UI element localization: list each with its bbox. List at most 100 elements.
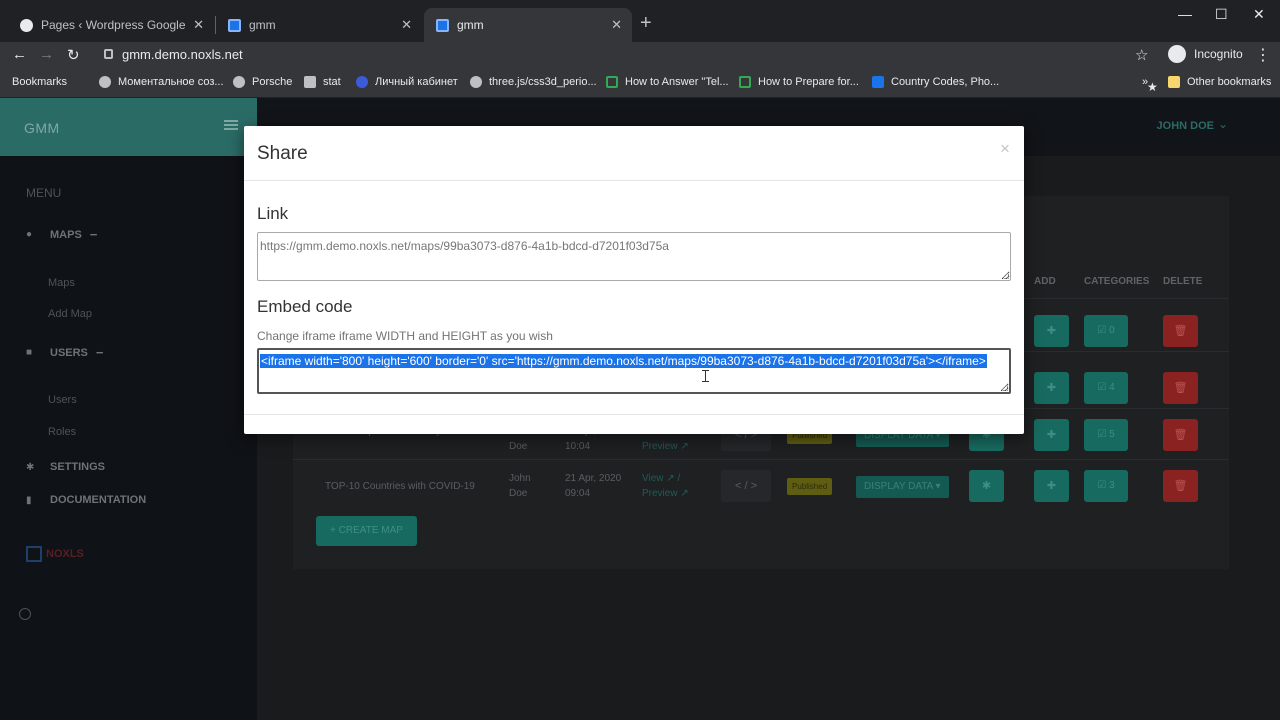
- column-header-categories: CATEGORIES: [1084, 276, 1150, 287]
- preview-label: Preview: [642, 441, 678, 452]
- hamburger-icon[interactable]: [224, 120, 238, 130]
- add-button[interactable]: ✚: [1034, 372, 1069, 404]
- incognito-label: Incognito: [1194, 47, 1243, 61]
- bookmark-country-codes[interactable]: Country Codes, Pho...: [872, 76, 999, 88]
- bookmark-bookmarks[interactable]: ★ Bookmarks: [12, 76, 1158, 94]
- categories-count: 3: [1109, 480, 1115, 491]
- bookmark-label: How to Answer "Tel...: [625, 76, 729, 88]
- modal-footer: [244, 414, 1024, 434]
- sidebar-item-users[interactable]: ■ USERS −: [26, 345, 104, 360]
- bookmarks-bar: ★ Bookmarks Моментальное соз... Porsche s…: [0, 70, 1280, 98]
- sidebar-subitem-users[interactable]: Users: [48, 394, 77, 406]
- delete-button[interactable]: 🗑: [1163, 470, 1198, 502]
- menu-heading: MENU: [26, 186, 62, 200]
- add-button[interactable]: ✚: [1034, 419, 1069, 451]
- sidebar-subitem-add-map[interactable]: Add Map: [48, 308, 92, 320]
- column-header-delete: DELETE: [1163, 276, 1203, 287]
- create-map-button[interactable]: + CREATE MAP: [316, 516, 417, 546]
- text-cursor-icon: [702, 370, 712, 382]
- bookmark-label: Личный кабинет: [375, 76, 458, 88]
- bookmark-lichnyi-kabinet[interactable]: Личный кабинет: [356, 76, 458, 88]
- sidebar-item-settings[interactable]: ✱ SETTINGS: [26, 461, 105, 473]
- add-button[interactable]: ✚: [1034, 315, 1069, 347]
- categories-button[interactable]: ☑ 5: [1084, 419, 1128, 451]
- categories-button[interactable]: ☑ 4: [1084, 372, 1128, 404]
- globe-icon: [233, 76, 245, 88]
- check-icon: ☑: [1097, 325, 1107, 336]
- bookmark-how-to-answer[interactable]: How to Answer "Tel...: [606, 76, 729, 88]
- categories-button[interactable]: ☑ 0: [1084, 315, 1128, 347]
- external-link-icon: ↗: [680, 441, 689, 452]
- users-icon: ■: [26, 347, 33, 358]
- bookmark-threejs[interactable]: three.js/css3d_perio...: [470, 76, 597, 88]
- sidebar-item-maps[interactable]: ● MAPS −: [26, 227, 97, 242]
- preview-link[interactable]: Preview ↗: [642, 439, 689, 454]
- embed-code-button[interactable]: < / >: [721, 470, 771, 502]
- categories-count: 5: [1109, 429, 1115, 440]
- bookmark-label: Country Codes, Pho...: [891, 76, 1000, 88]
- sidebar-subitem-roles[interactable]: Roles: [48, 426, 76, 438]
- settings-button[interactable]: ✱: [969, 470, 1004, 502]
- check-icon: ☑: [1097, 382, 1107, 393]
- sidebar-subitem-maps[interactable]: Maps: [48, 277, 75, 289]
- view-link[interactable]: View ↗ /: [642, 471, 680, 486]
- display-data-label: DISPLAY DATA: [864, 481, 933, 492]
- browser-tab-gmm[interactable]: gmm ✕: [216, 8, 422, 42]
- reload-icon[interactable]: ↻: [67, 46, 80, 64]
- bookmark-how-to-prepare[interactable]: How to Prepare for...: [739, 76, 859, 88]
- bookmark-porsche[interactable]: Porsche: [233, 76, 292, 88]
- preview-link[interactable]: Preview ↗: [642, 486, 689, 501]
- back-icon[interactable]: ←: [12, 46, 27, 63]
- noxls-logo-icon: [26, 546, 42, 562]
- incognito-indicator[interactable]: Incognito: [1168, 45, 1243, 63]
- browser-toolbar: ← → ↻ gmm.demo.noxls.net ☆ Incognito ⋮: [0, 42, 1280, 70]
- globe-icon: [99, 76, 111, 88]
- browser-tab-gmm-active[interactable]: gmm ✕: [424, 8, 632, 42]
- bookmark-other[interactable]: Other bookmarks: [1168, 76, 1271, 88]
- modal-title: Share: [257, 143, 308, 164]
- address-bar[interactable]: gmm.demo.noxls.net: [122, 47, 243, 62]
- more-bookmarks-icon[interactable]: »: [1142, 76, 1148, 88]
- bookmark-stat[interactable]: stat: [304, 76, 341, 88]
- chevron-down-icon[interactable]: ⌄: [1218, 117, 1228, 131]
- resize-handle-icon[interactable]: [1002, 272, 1009, 279]
- link-textarea[interactable]: https://gmm.demo.noxls.net/maps/99ba3073…: [257, 232, 1011, 281]
- maximize-icon[interactable]: ☐: [1215, 6, 1228, 23]
- delete-button[interactable]: 🗑: [1163, 372, 1198, 404]
- user-menu[interactable]: JOHN DOE: [1157, 120, 1214, 132]
- close-icon[interactable]: ×: [1000, 139, 1010, 159]
- bookmark-star-icon[interactable]: ☆: [1135, 46, 1148, 64]
- external-link-icon: ↗: [666, 473, 675, 484]
- bookmark-label: three.js/css3d_perio...: [489, 76, 597, 88]
- close-icon[interactable]: ✕: [611, 17, 622, 33]
- embed-code-textarea[interactable]: <iframe width='800' height='600' border=…: [257, 348, 1011, 394]
- star-icon: ★: [1147, 80, 1158, 94]
- minimize-icon[interactable]: —: [1178, 6, 1192, 22]
- close-icon[interactable]: ✕: [193, 17, 204, 33]
- table-row: TOP-10 Countries with COVID-19 John Doe …: [293, 459, 1229, 510]
- brand-name[interactable]: GMM: [24, 120, 60, 136]
- close-icon[interactable]: ✕: [401, 17, 412, 33]
- delete-button[interactable]: 🗑: [1163, 419, 1198, 451]
- forward-icon[interactable]: →: [39, 46, 54, 63]
- preview-label: Preview: [642, 488, 678, 499]
- sidebar-item-label: USERS: [50, 346, 88, 359]
- delete-button[interactable]: 🗑: [1163, 315, 1198, 347]
- categories-button[interactable]: ☑ 3: [1084, 470, 1128, 502]
- wordpress-icon: [20, 18, 33, 32]
- sidebar: GMM MENU ● MAPS − Maps Add Map ■ USERS −…: [0, 98, 257, 720]
- browser-menu-icon[interactable]: ⋮: [1255, 45, 1271, 65]
- display-data-dropdown[interactable]: DISPLAY DATA ▾: [856, 476, 949, 498]
- sidebar-item-documentation[interactable]: ▮ DOCUMENTATION: [26, 494, 146, 506]
- resize-handle-icon[interactable]: [1001, 384, 1008, 391]
- bookmark-label: stat: [323, 76, 341, 88]
- browser-tab-wordpress[interactable]: Pages ‹ Wordpress Google Map ✕: [8, 8, 214, 42]
- page-icon: [739, 76, 751, 88]
- sidebar-collapse-icon[interactable]: [19, 608, 31, 620]
- browser-tabstrip: Pages ‹ Wordpress Google Map ✕ gmm ✕ gmm…: [0, 0, 1280, 42]
- add-button[interactable]: ✚: [1034, 470, 1069, 502]
- close-window-icon[interactable]: ✕: [1253, 6, 1265, 23]
- bookmark-momentalnoe[interactable]: Моментальное соз...: [99, 76, 224, 88]
- new-tab-icon[interactable]: +: [640, 12, 652, 35]
- status-badge: Published: [787, 478, 833, 495]
